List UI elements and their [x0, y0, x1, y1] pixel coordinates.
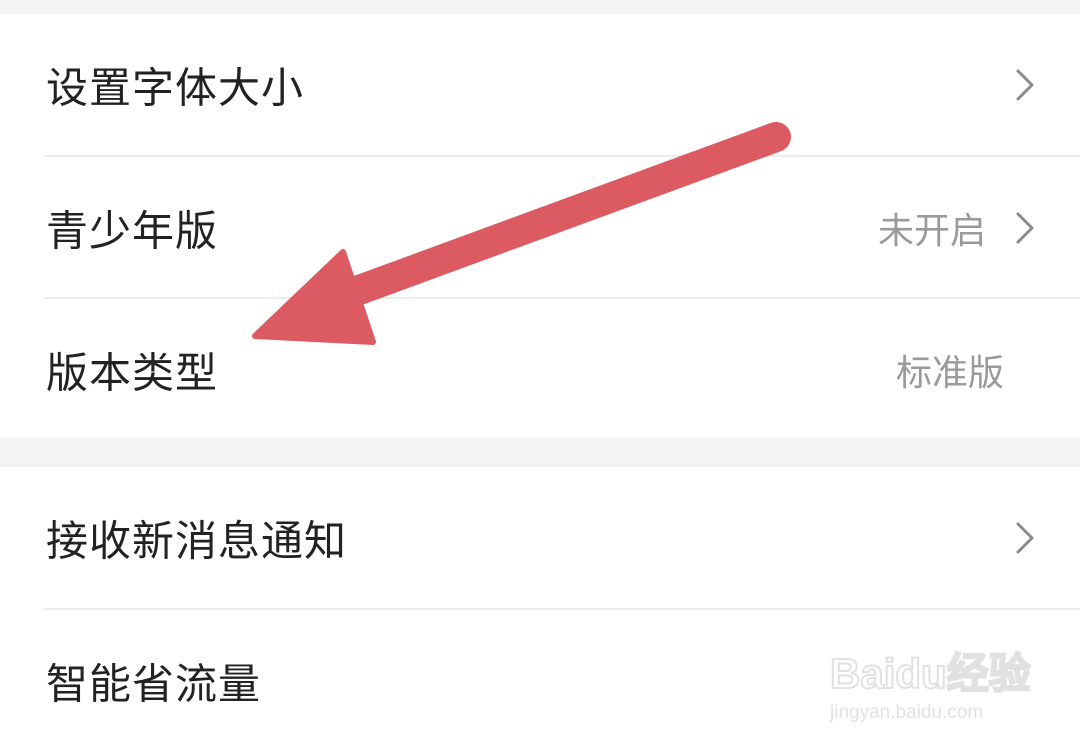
baidu-jingyan-watermark: Baidu经验 jingyan.baidu.com	[826, 632, 1036, 732]
setting-new-message-notification[interactable]: 接收新消息通知	[0, 467, 1080, 609]
chevron-right-icon	[1016, 69, 1034, 101]
watermark-logo: Baidu经验	[829, 649, 1032, 698]
setting-value: 标准版	[895, 353, 1004, 394]
setting-label: 青少年版	[46, 206, 219, 256]
chevron-right-icon	[1016, 522, 1034, 554]
chevron-right-icon	[1016, 212, 1034, 244]
setting-teen-mode[interactable]: 青少年版 未开启	[0, 157, 1080, 299]
setting-font-size[interactable]: 设置字体大小	[0, 14, 1080, 156]
watermark-url: jingyan.baidu.com	[830, 702, 984, 723]
setting-label: 接收新消息通知	[46, 516, 348, 566]
settings-group-1: 设置字体大小 青少年版 未开启 版本类型 标准版	[0, 14, 1080, 438]
setting-label: 智能省流量	[46, 659, 262, 709]
setting-label: 设置字体大小	[46, 63, 305, 113]
setting-version-type[interactable]: 版本类型 标准版	[0, 299, 1080, 441]
setting-label: 版本类型	[46, 348, 219, 398]
setting-value: 未开启	[877, 211, 986, 252]
